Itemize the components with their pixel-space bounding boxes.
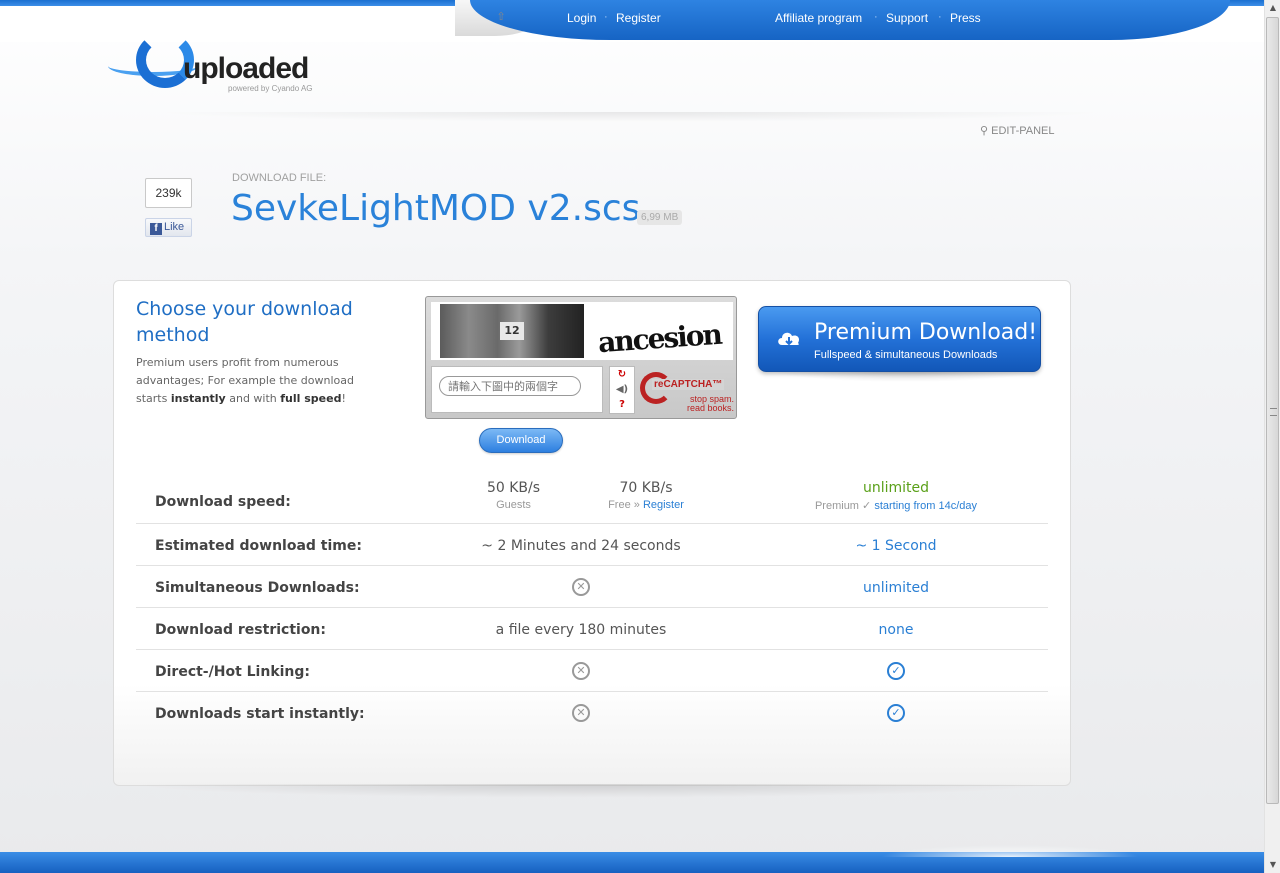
choose-method-heading: Choose your download method <box>136 298 353 346</box>
edit-panel-link[interactable]: ⚲ EDIT-PANEL <box>980 124 1055 137</box>
premium-restriction: none <box>878 622 914 638</box>
recaptcha-brand: reCAPTCHA™ <box>652 379 725 390</box>
free-download-time: ~ 2 Minutes and 24 seconds <box>481 538 681 554</box>
captcha-house-number: 12 <box>500 322 524 340</box>
comparison-table: Download speed: 50 KB/s Guests 70 KB/s F… <box>136 470 1048 734</box>
table-row: Simultaneous Downloads: ✕ unlimited <box>136 566 1048 608</box>
cloud-download-icon <box>778 332 800 346</box>
premium-pricing-link[interactable]: starting from 14c/day <box>874 500 977 512</box>
row-label: Download restriction: <box>155 622 327 638</box>
panel-shadow <box>130 784 1050 798</box>
home-arrow-icon[interactable]: ⇧ <box>495 11 507 23</box>
facebook-icon: f <box>150 223 162 235</box>
support-link[interactable]: Support <box>886 11 928 25</box>
register-link[interactable]: Register <box>616 11 661 25</box>
premium-simultaneous: unlimited <box>862 580 930 596</box>
table-row: Direct-/Hot Linking: ✕ ✓ <box>136 650 1048 692</box>
uploaded-logo[interactable]: uploaded powered by Cyando AG <box>108 30 338 105</box>
header-divider <box>150 112 1110 122</box>
choose-method-description: Premium users profit from numerous advan… <box>136 356 354 405</box>
row-label: Downloads start instantly: <box>155 706 365 722</box>
table-row: Estimated download time: ~ 2 Minutes and… <box>136 524 1048 566</box>
register-link[interactable]: Register <box>643 499 684 511</box>
premium-hotlinking: ✓ <box>776 662 1016 680</box>
premium-download-button[interactable]: Premium Download! Fullspeed & simultaneo… <box>758 306 1041 372</box>
login-link[interactable]: Login <box>567 11 596 25</box>
free-restriction: a file every 180 minutes <box>495 622 667 638</box>
recaptcha-logo: reCAPTCHA™ stop spam. read books. <box>640 369 735 414</box>
premium-instant-start: ✓ <box>776 704 1016 722</box>
grip-icon <box>1270 408 1277 416</box>
like-label: Like <box>164 221 185 233</box>
scroll-thumb[interactable] <box>1266 17 1279 804</box>
refresh-icon[interactable]: ↻ <box>610 367 634 382</box>
vertical-scrollbar[interactable]: ▲ ▼ <box>1264 0 1280 873</box>
nav-separator: · <box>938 11 942 23</box>
scroll-up-arrow-icon[interactable]: ▲ <box>1265 0 1280 16</box>
edit-panel-label: EDIT-PANEL <box>991 125 1055 137</box>
affiliate-program-link[interactable]: Affiliate program <box>775 11 862 25</box>
free-speed: 70 KB/s Free » Register <box>608 480 684 511</box>
nav-separator: · <box>874 11 878 23</box>
help-icon[interactable]: ? <box>610 397 634 412</box>
logo-wordmark: uploaded <box>183 52 309 85</box>
row-label: Simultaneous Downloads: <box>155 580 360 596</box>
not-available-icon: ✕ <box>572 662 590 680</box>
check-icon: ✓ <box>887 704 905 722</box>
table-row: Download speed: 50 KB/s Guests 70 KB/s F… <box>136 470 1048 524</box>
premium-title: Premium Download! <box>814 320 1038 345</box>
table-row: Download restriction: a file every 180 m… <box>136 608 1048 650</box>
premium-subtitle: Fullspeed & simultaneous Downloads <box>814 349 998 361</box>
guest-speed: 50 KB/s Guests <box>486 480 541 511</box>
facebook-like-button[interactable]: f Like <box>145 218 192 237</box>
press-link[interactable]: Press <box>950 11 981 25</box>
scroll-down-arrow-icon[interactable]: ▼ <box>1265 857 1280 873</box>
wrench-icon: ⚲ <box>980 125 989 137</box>
row-label: Direct-/Hot Linking: <box>155 664 311 680</box>
audio-icon[interactable]: ◀) <box>610 382 634 397</box>
row-label: Download speed: <box>155 494 291 510</box>
like-count-bubble: 239k <box>145 178 192 208</box>
free-instant-start: ✕ <box>386 704 776 722</box>
captcha-response-input[interactable] <box>439 376 581 396</box>
file-size-badge: 6,99 MB <box>637 210 683 225</box>
not-available-icon: ✕ <box>572 578 590 596</box>
logo-powered-by: powered by Cyando AG <box>228 84 313 93</box>
nav-separator: · <box>604 11 608 23</box>
free-simultaneous: ✕ <box>386 578 776 596</box>
footer-glow <box>880 845 1140 857</box>
free-hotlinking: ✕ <box>386 662 776 680</box>
recaptcha-tagline: stop spam. read books. <box>686 394 734 413</box>
free-download-button[interactable]: Download <box>479 428 563 453</box>
recaptcha-widget: 12 ancesion ↻ ◀) ? reCAPTCHA™ stop spam.… <box>425 296 737 419</box>
row-label: Estimated download time: <box>155 538 362 554</box>
premium-speed: unlimited Premium ✓ starting from 14c/da… <box>814 480 978 512</box>
captcha-photo: 12 <box>440 304 584 358</box>
premium-download-time: ~ 1 Second <box>855 538 937 554</box>
not-available-icon: ✕ <box>572 704 590 722</box>
file-name: SevkeLightMOD v2.scs <box>231 188 641 229</box>
table-row: Downloads start instantly: ✕ ✓ <box>136 692 1048 734</box>
download-file-label: DOWNLOAD FILE: <box>232 172 327 184</box>
captcha-tools: ↻ ◀) ? <box>609 366 635 414</box>
check-icon: ✓ <box>887 662 905 680</box>
